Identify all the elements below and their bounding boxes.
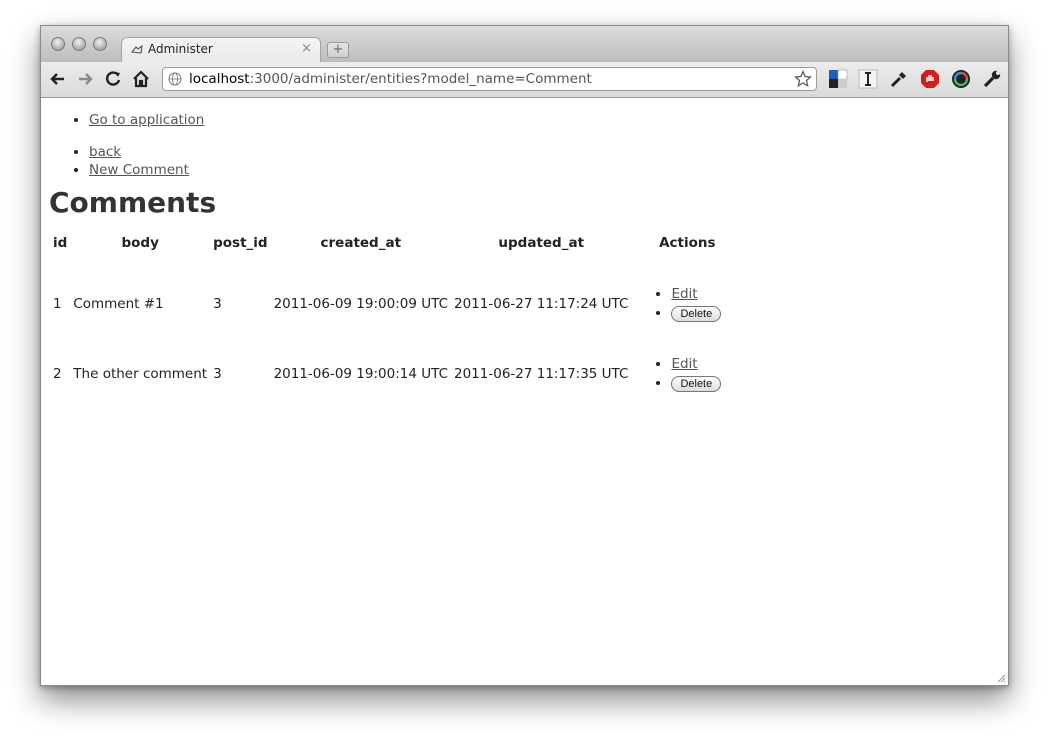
cell-post-id: 3 bbox=[213, 296, 222, 312]
resize-grip-icon[interactable] bbox=[996, 673, 1006, 683]
list-item: back bbox=[89, 143, 189, 161]
cell-actions: Edit Delete bbox=[631, 269, 724, 339]
secondary-nav-list: back New Comment bbox=[71, 143, 189, 179]
tab-administer[interactable]: Administer × bbox=[121, 37, 321, 63]
url-host: localhost bbox=[189, 71, 250, 87]
page-content: Go to application back New Comment Comme… bbox=[41, 98, 1008, 685]
url-path: :3000/administer/entities?model_name=Com… bbox=[249, 71, 592, 87]
cell-body: Comment #1 bbox=[73, 296, 164, 312]
new-tab-button[interactable]: + bbox=[327, 42, 349, 58]
browser-window: Administer × + localhost:3000/administer… bbox=[40, 25, 1009, 686]
column-header-actions: Actions bbox=[659, 235, 716, 251]
tab-close-icon[interactable]: × bbox=[301, 41, 312, 56]
cell-created-at: 2011-06-09 19:00:09 UTC bbox=[273, 296, 448, 312]
delete-button[interactable]: Delete bbox=[671, 306, 722, 322]
column-header-post-id: post_id bbox=[213, 235, 268, 251]
page-favicon-icon bbox=[130, 44, 143, 54]
delicious-extension-icon[interactable] bbox=[828, 69, 848, 89]
top-nav-list: Go to application bbox=[71, 112, 204, 128]
list-item: Edit bbox=[671, 355, 721, 374]
globe-icon bbox=[168, 72, 182, 86]
home-icon[interactable] bbox=[131, 69, 151, 89]
cell-created-at: 2011-06-09 19:00:14 UTC bbox=[273, 366, 448, 382]
back-arrow-icon[interactable] bbox=[48, 69, 68, 89]
close-window-button[interactable] bbox=[51, 37, 65, 51]
new-comment-link[interactable]: New Comment bbox=[89, 162, 189, 178]
list-item: New Comment bbox=[89, 161, 189, 179]
eyedropper-extension-icon[interactable] bbox=[889, 69, 909, 89]
bookmark-star-icon[interactable] bbox=[794, 70, 812, 88]
table-header-row: id body post_id created_at updated_at Ac… bbox=[50, 231, 724, 269]
cell-id: 1 bbox=[53, 296, 62, 312]
column-header-updated-at: updated_at bbox=[498, 235, 585, 251]
column-header-created-at: created_at bbox=[320, 235, 402, 251]
wrench-menu-icon[interactable] bbox=[982, 69, 1002, 89]
address-bar[interactable]: localhost:3000/administer/entities?model… bbox=[162, 67, 817, 91]
delete-button[interactable]: Delete bbox=[671, 376, 722, 392]
forward-arrow-icon[interactable] bbox=[75, 69, 95, 89]
title-bar: Administer × + bbox=[41, 26, 1008, 63]
instapaper-extension-icon[interactable] bbox=[858, 69, 878, 89]
table-row: 2 The other comment 3 2011-06-09 19:00:1… bbox=[50, 339, 724, 409]
table-row: 1 Comment #1 3 2011-06-09 19:00:09 UTC 2… bbox=[50, 269, 724, 339]
comments-table: id body post_id created_at updated_at Ac… bbox=[50, 231, 724, 409]
list-item: Delete bbox=[671, 374, 722, 393]
cell-body: The other comment bbox=[73, 366, 208, 382]
cell-updated-at: 2011-06-27 11:17:24 UTC bbox=[454, 296, 629, 312]
list-item: Delete bbox=[671, 304, 722, 323]
edit-link[interactable]: Edit bbox=[671, 356, 697, 372]
cell-id: 2 bbox=[53, 366, 62, 382]
cell-post-id: 3 bbox=[213, 366, 222, 382]
list-item: Edit bbox=[671, 285, 721, 304]
browser-toolbar: localhost:3000/administer/entities?model… bbox=[41, 62, 1008, 98]
adblock-extension-icon[interactable] bbox=[920, 69, 940, 89]
actions-list: Edit Delete bbox=[653, 285, 722, 323]
go-to-application-link[interactable]: Go to application bbox=[89, 112, 204, 128]
color-picker-extension-icon[interactable] bbox=[951, 69, 971, 89]
list-item: Go to application bbox=[89, 112, 204, 128]
back-link[interactable]: back bbox=[89, 144, 121, 160]
url-text: localhost:3000/administer/entities?model… bbox=[189, 71, 592, 87]
cell-actions: Edit Delete bbox=[631, 339, 724, 409]
column-header-id: id bbox=[53, 235, 68, 251]
tab-title: Administer bbox=[148, 42, 213, 56]
column-header-body: body bbox=[121, 235, 159, 251]
actions-list: Edit Delete bbox=[653, 355, 722, 393]
minimize-window-button[interactable] bbox=[72, 37, 86, 51]
cell-updated-at: 2011-06-27 11:17:35 UTC bbox=[454, 366, 629, 382]
page-title: Comments bbox=[49, 186, 217, 219]
zoom-window-button[interactable] bbox=[93, 37, 107, 51]
edit-link[interactable]: Edit bbox=[671, 286, 697, 302]
reload-icon[interactable] bbox=[103, 69, 123, 89]
